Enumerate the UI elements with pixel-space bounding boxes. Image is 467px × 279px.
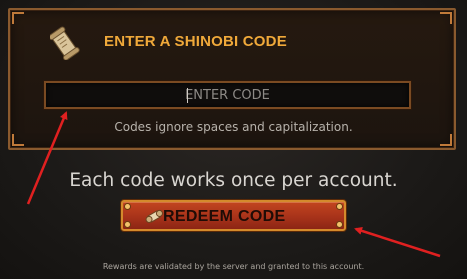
button-stud: [125, 222, 130, 227]
once-per-account-notice: Each code works once per account.: [69, 170, 398, 191]
dialog-title: ENTER A SHINOBI CODE: [104, 33, 287, 50]
redeem-code-button[interactable]: REDEEM CODE: [121, 200, 346, 231]
code-hint: Codes ignore spaces and capitalization.: [114, 120, 353, 134]
text-caret: [187, 88, 188, 103]
redeem-button-label: REDEEM CODE: [163, 208, 286, 225]
button-stud: [337, 204, 342, 209]
scroll-icon: [50, 26, 80, 60]
panel-corner-ornament: [440, 134, 452, 146]
footer-note: Rewards are validated by the server and …: [102, 262, 365, 271]
panel-corner-ornament: [12, 12, 24, 24]
button-stud: [337, 222, 342, 227]
panel-corner-ornament: [440, 12, 452, 24]
scroll-icon: [145, 209, 163, 223]
code-input[interactable]: [46, 83, 409, 107]
button-stud: [125, 204, 130, 209]
panel-corner-ornament: [12, 134, 24, 146]
annotation-arrow-to-button: [354, 227, 441, 258]
code-input-frame: [44, 81, 411, 109]
